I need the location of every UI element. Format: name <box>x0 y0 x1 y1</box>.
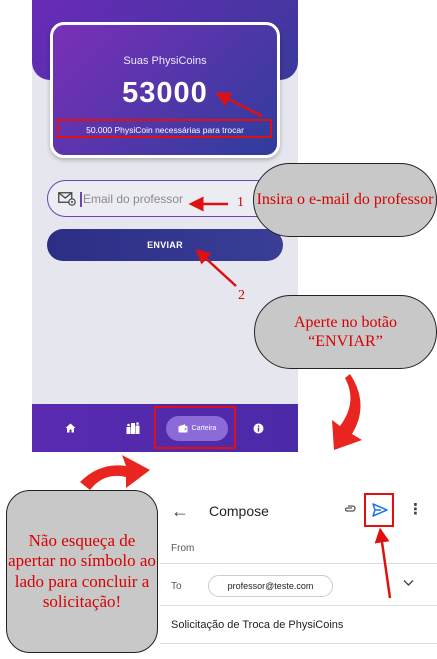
callout-email: Insira o e-mail do professor <box>253 163 437 237</box>
requirement-note: 50.000 PhysiCoin necessárias para trocar <box>86 125 244 135</box>
callout-send: Aperte no botão “ENVIAR” <box>254 295 437 369</box>
step-number-2: 2 <box>238 288 245 303</box>
callout-finish: Não esqueça de apertar no símbolo ao lad… <box>6 490 158 653</box>
curved-arrow-down <box>332 374 362 450</box>
nav-ranking[interactable] <box>124 418 142 438</box>
nav-home[interactable] <box>62 418 78 438</box>
subject-field[interactable]: Solicitação de Troca de PhysiCoins <box>171 619 343 631</box>
email-field[interactable] <box>47 180 285 217</box>
more-options-icon[interactable]: ⋮ <box>408 500 423 518</box>
balance-label: Suas PhysiCoins <box>123 55 207 67</box>
divider <box>160 605 437 606</box>
send-button[interactable]: ENVIAR <box>47 229 283 261</box>
to-label: To <box>171 581 182 592</box>
balance-value: 53000 <box>122 77 208 109</box>
email-icon <box>58 192 76 206</box>
from-label: From <box>171 543 195 554</box>
text-caret <box>80 192 82 207</box>
attach-icon[interactable] <box>343 503 357 517</box>
info-icon <box>253 423 263 433</box>
step-number-1: 1 <box>237 195 244 210</box>
divider <box>160 563 437 564</box>
chevron-down-icon[interactable] <box>403 579 414 587</box>
compose-screen: ← Compose ⋮ From To professor@teste.com … <box>160 488 437 659</box>
ranking-icon <box>126 422 140 434</box>
back-arrow-icon[interactable]: ← <box>171 501 189 522</box>
wallet-highlight-box <box>154 406 236 449</box>
nav-info[interactable] <box>250 418 266 438</box>
app-screen: Suas PhysiCoins 53000 50.000 PhysiCoin n… <box>32 0 298 452</box>
send-icon[interactable] <box>371 501 389 519</box>
bottom-navigation: Carteira <box>32 404 298 452</box>
balance-card: Suas PhysiCoins 53000 50.000 PhysiCoin n… <box>50 22 280 158</box>
compose-title: Compose <box>209 503 269 519</box>
divider <box>160 643 437 644</box>
home-icon <box>65 423 75 433</box>
recipient-chip[interactable]: professor@teste.com <box>208 575 333 597</box>
curved-arrow-right <box>80 455 150 490</box>
email-input[interactable] <box>83 190 263 208</box>
